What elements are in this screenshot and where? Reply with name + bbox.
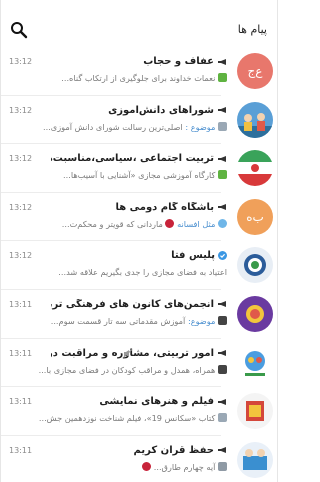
avatar-letters: ب‌ه: [246, 209, 264, 224]
chat-time: 13:12: [9, 202, 33, 212]
chat-row-quran[interactable]: حفظ قرآن کریم 13:11 آیه چهارم طارق...: [1, 436, 277, 482]
clapper-emoji-icon: [218, 364, 227, 374]
chat-list: ع‌ج عفاف و حجاب 13:12 نعمات خداوند برای …: [1, 47, 277, 482]
chat-time: 13:12: [9, 154, 33, 164]
avatar: ب‌ه: [237, 198, 273, 235]
chat-row-afaf-hijab[interactable]: ع‌ج عفاف و حجاب 13:12 نعمات خداوند برای …: [1, 47, 277, 96]
centers-avatar-image: [237, 295, 273, 332]
chat-row-film-arts[interactable]: فیلم و هنرهای نمایشی 13:11 کتاب «سکانس 1…: [1, 387, 277, 436]
channel-megaphone-icon: [218, 107, 226, 114]
hash-emoji-icon: [218, 461, 227, 471]
chat-preview: همراه، همدل و مراقب کودکان در فضای مجازی…: [13, 364, 227, 375]
chat-list-screen: پیام ها ع‌ج عفاف و حجاب 13:12 نعمات خداو…: [0, 0, 278, 482]
chat-name: شوراهای دانش‌آموزی: [108, 105, 227, 116]
police-badge-avatar-image: [237, 247, 273, 284]
chat-row-student-councils[interactable]: شوراهای دانش‌آموزی 13:12 موضوع : اصلی‌تر…: [1, 96, 277, 145]
chat-preview: اعتیاد به فضای مجازی را جدی بگیریم علاقه…: [58, 267, 227, 278]
chat-preview: موضوع: آموزش مقدماتی سه تار قسمت سوم...: [13, 315, 227, 326]
green-check-emoji-icon: [218, 170, 227, 180]
chat-row-cultural-centers[interactable]: انجمن‌های کانون های فرهنگی تربیتی 13:11 …: [1, 290, 277, 339]
chat-name: امور تربیتی، مشاوره و مراقبت در برا...: [51, 348, 227, 359]
chat-time: 13:12: [9, 57, 33, 66]
avatar-letters: ع‌ج: [247, 64, 263, 78]
chat-time: 13:11: [9, 445, 33, 455]
chat-name: فیلم و هنرهای نمایشی: [99, 396, 227, 407]
chat-row-social-education[interactable]: تربیت اجتماعی ،سیاسی،مناسبت‌ها 13:12 کار…: [1, 144, 277, 193]
chat-name: باشگاه گام دومی ها: [115, 202, 227, 213]
chat-name: تربیت اجتماعی ،سیاسی،مناسبت‌ها: [51, 153, 227, 164]
avatar: [237, 247, 273, 284]
avatar: [237, 150, 273, 187]
classroom-avatar-image: [237, 101, 273, 138]
search-icon[interactable]: [9, 20, 29, 40]
chat-preview: آیه چهارم طارق...: [13, 461, 227, 472]
counseling-avatar-image: [237, 344, 273, 381]
chat-name: انجمن‌های کانون های فرهنگی تربیتی: [51, 299, 227, 310]
channel-megaphone-icon: [218, 155, 226, 162]
chat-preview: نعمات خداوند برای جلوگیری از ارتکاب گناه…: [13, 73, 227, 83]
green-check-emoji-icon: [218, 73, 227, 82]
channel-megaphone-icon: [218, 447, 226, 454]
chat-name: عفاف و حجاب: [143, 56, 227, 67]
verified-badge-icon: [218, 251, 227, 261]
chat-time: 13:11: [9, 299, 33, 309]
photo-icon: [218, 121, 227, 131]
chat-row-gam-dovomi-club[interactable]: ب‌ه باشگاه گام دومی ها 13:12 مثل افسانه …: [1, 193, 277, 242]
chat-time: 13:11: [9, 348, 33, 358]
quran-avatar-image: [237, 441, 273, 478]
rose-emoji-icon: [142, 461, 152, 471]
avatar: [237, 441, 273, 478]
chat-name: حفظ قرآن کریم: [134, 445, 227, 456]
chat-row-police-fata[interactable]: پلیس فتا 13:12 اعتیاد به فضای مجازی را ج…: [1, 241, 277, 290]
channel-megaphone-icon: [218, 204, 226, 211]
chat-preview: کتاب «سکانس 19»، فیلم شناخت نوزدهمین جش.…: [13, 413, 227, 423]
avatar: ع‌ج: [237, 53, 273, 89]
chat-preview: موضوع : اصلی‌ترین رسالت شورای دانش آموزی…: [13, 121, 227, 132]
avatar: [237, 393, 273, 430]
flag-avatar-image: [237, 150, 273, 187]
rose-emoji-icon: [165, 218, 175, 228]
chat-time: 13:12: [9, 105, 33, 115]
chat-time: 13:12: [9, 251, 33, 261]
clapper-emoji-icon: [218, 315, 227, 325]
channel-megaphone-icon: [218, 301, 226, 308]
film-avatar-image: [237, 393, 273, 430]
chat-preview: مثل افسانه ماردانی که قویتر و محکم‌ت...: [13, 218, 227, 229]
muted-icon: [123, 348, 133, 358]
photo-icon: [218, 413, 227, 423]
avatar: [237, 101, 273, 138]
channel-megaphone-icon: [218, 350, 226, 357]
avatar: [237, 295, 273, 332]
page-title: پیام ها: [237, 23, 267, 36]
avatar: [237, 344, 273, 381]
channel-megaphone-icon: [218, 398, 226, 405]
butterfly-emoji-icon: [218, 218, 227, 228]
chat-time: 13:11: [9, 397, 33, 407]
chat-preview: کارگاه آموزشی مجازی «آشنایی با آسیب‌ها..…: [13, 170, 227, 180]
chat-name: پلیس فتا: [171, 250, 227, 261]
channel-megaphone-icon: [218, 58, 226, 65]
chat-row-counseling[interactable]: امور تربیتی، مشاوره و مراقبت در برا... 1…: [1, 339, 277, 388]
